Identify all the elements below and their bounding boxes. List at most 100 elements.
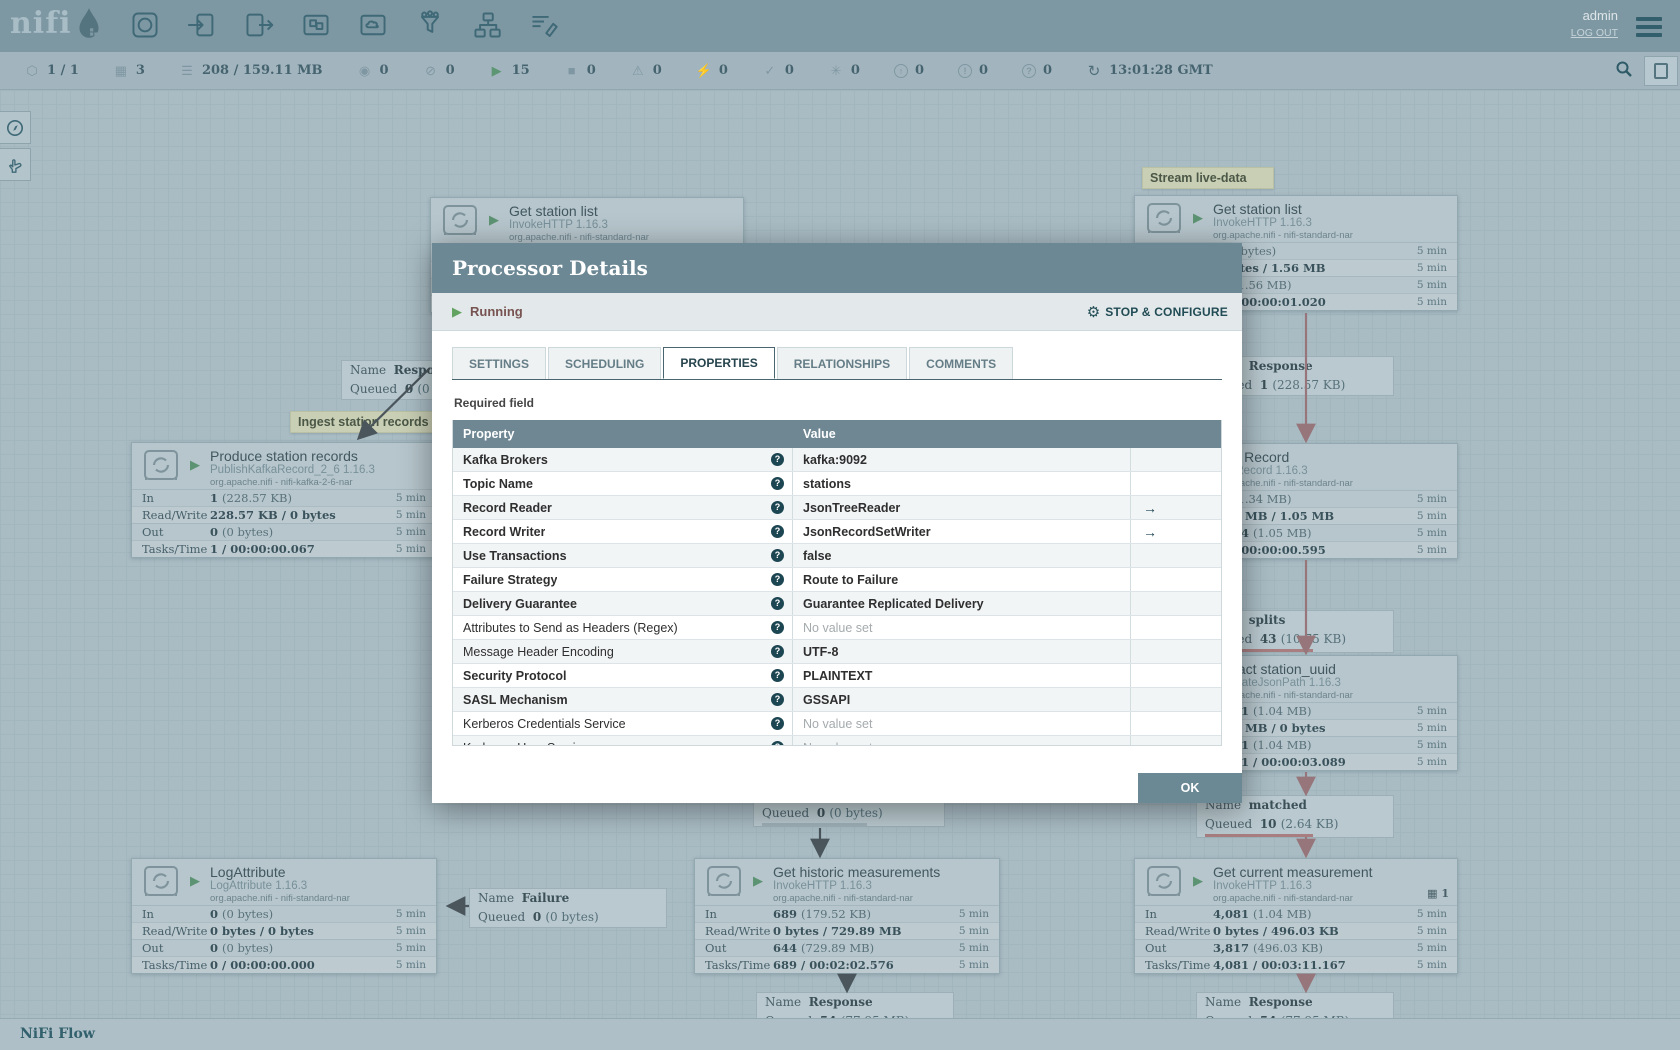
property-value[interactable]: UTF-8 xyxy=(793,640,1131,663)
property-value[interactable]: kafka:9092 xyxy=(793,448,1131,471)
property-value[interactable]: GSSAPI xyxy=(793,688,1131,711)
property-name: Failure Strategy xyxy=(463,572,558,587)
property-row[interactable]: Security Protocol? PLAINTEXT xyxy=(453,664,1221,688)
processor-get-current-measurement[interactable]: ▶ Get current measurement InvokeHTTP 1.16.… xyxy=(1134,858,1458,974)
locally-modified-icon: ✳ xyxy=(830,62,842,78)
property-row[interactable]: Kerberos Credentials Service? No value se… xyxy=(453,712,1221,736)
help-icon[interactable]: ? xyxy=(771,573,784,586)
connection-name: Name Failure xyxy=(478,891,570,905)
refresh-icon[interactable]: ↻ xyxy=(1086,62,1102,80)
help-icon[interactable]: ? xyxy=(771,525,784,538)
canvas-label[interactable]: Stream live-data xyxy=(1142,167,1274,189)
locally-modified-stale-icon: ! xyxy=(958,63,972,78)
property-row[interactable]: Delivery Guarantee? Guarantee Replicated … xyxy=(453,592,1221,616)
property-row[interactable]: Record Writer? JsonRecordSetWriter → xyxy=(453,520,1221,544)
navigate-palette-button[interactable] xyxy=(0,111,31,144)
logout-link[interactable]: LOG OUT xyxy=(1571,27,1618,39)
status-item-not-transmitting: ⊘ 0 xyxy=(423,63,455,79)
property-row[interactable]: SASL Mechanism? GSSAPI xyxy=(453,688,1221,712)
help-icon[interactable]: ? xyxy=(771,741,784,745)
processor-icon xyxy=(1147,866,1181,896)
property-value[interactable]: stations xyxy=(793,472,1131,495)
process-group-icon[interactable] xyxy=(299,8,333,42)
invalid-icon: ⚠ xyxy=(631,62,644,78)
tab-properties[interactable]: PROPERTIES xyxy=(663,347,775,379)
template-icon[interactable] xyxy=(470,8,504,42)
property-value[interactable]: JsonTreeReader xyxy=(793,496,1131,519)
help-icon[interactable]: ? xyxy=(771,669,784,682)
canvas-label[interactable]: Ingest station records xyxy=(290,411,440,433)
status-item-stale: ↑ 0 xyxy=(893,63,924,78)
property-row[interactable]: Failure Strategy? Route to Failure xyxy=(453,568,1221,592)
running-status-icon: ▶ xyxy=(452,303,462,319)
processor-name: Get current measurement xyxy=(1213,864,1373,880)
property-value[interactable]: JsonRecordSetWriter xyxy=(793,520,1131,543)
global-menu-icon[interactable] xyxy=(1636,13,1662,41)
tab-scheduling[interactable]: SCHEDULING xyxy=(548,347,662,379)
processor-bundle: org.apache.nifi - nifi-standard-nar xyxy=(1213,893,1353,904)
property-value[interactable]: No value set xyxy=(793,616,1131,639)
property-row[interactable]: Use Transactions? false xyxy=(453,544,1221,568)
help-icon[interactable]: ? xyxy=(771,597,784,610)
property-row[interactable]: Kafka Brokers? kafka:9092 xyxy=(453,448,1221,472)
stat-row-in: In 1 (228.57 KB) 5 min xyxy=(132,489,436,506)
property-name: Record Writer xyxy=(463,524,546,539)
properties-table: Property Value Kafka Brokers? kafka:9092 T… xyxy=(452,420,1222,746)
property-value[interactable]: No value set xyxy=(793,712,1131,735)
processor-produce-station-records[interactable]: ▶ Produce station records PublishKafkaReco… xyxy=(131,442,437,558)
breadcrumb[interactable]: NiFi Flow xyxy=(20,1026,95,1042)
output-port-icon[interactable] xyxy=(242,8,276,42)
go-to-service-icon[interactable]: → xyxy=(1143,525,1157,539)
help-icon[interactable]: ? xyxy=(771,645,784,658)
property-value[interactable]: No value set xyxy=(793,736,1131,745)
app-header: nifi admin LOG OUT xyxy=(0,0,1680,52)
running-icon: ▶ xyxy=(491,62,502,78)
help-icon[interactable]: ? xyxy=(771,717,784,730)
footer-bar: NiFi Flow xyxy=(0,1018,1680,1050)
stat-row-tasks: Tasks/Time 4,081 / 00:03:11.167 5 min xyxy=(1135,956,1457,973)
tab-relationships[interactable]: RELATIONSHIPS xyxy=(776,347,908,379)
processor-get-historic-measurements[interactable]: ▶ Get historic measurements InvokeHTTP 1.1… xyxy=(694,858,1000,974)
property-value[interactable]: PLAINTEXT xyxy=(793,664,1131,687)
help-icon[interactable]: ? xyxy=(771,693,784,706)
property-name: Topic Name xyxy=(463,476,533,491)
processor-logattribute[interactable]: ▶ LogAttribute LogAttribute 1.16.3 org.apac… xyxy=(131,858,437,974)
compass-icon xyxy=(6,119,24,136)
property-value[interactable]: Guarantee Replicated Delivery xyxy=(793,592,1131,615)
property-row[interactable]: Kerberos User Service? No value set xyxy=(453,736,1221,745)
select-hand-button[interactable] xyxy=(0,148,31,181)
help-icon[interactable]: ? xyxy=(771,477,784,490)
input-port-icon[interactable] xyxy=(185,8,219,42)
ok-button[interactable]: OK xyxy=(1138,773,1242,803)
property-value[interactable]: false xyxy=(793,544,1131,567)
property-row[interactable]: Topic Name? stations xyxy=(453,472,1221,496)
remote-process-group-icon[interactable] xyxy=(356,8,390,42)
connection-label-failure[interactable]: Name Failure Queued 0 (0 bytes) xyxy=(469,888,667,928)
property-row[interactable]: Attributes to Send as Headers (Regex)? No… xyxy=(453,616,1221,640)
help-icon[interactable]: ? xyxy=(771,621,784,634)
stat-row-out: Out 644 (729.89 MB) 5 min xyxy=(695,939,999,956)
help-icon[interactable]: ? xyxy=(771,501,784,514)
funnel-icon[interactable] xyxy=(413,8,447,42)
property-row[interactable]: Record Reader? JsonTreeReader → xyxy=(453,496,1221,520)
tab-comments[interactable]: COMMENTS xyxy=(909,347,1014,379)
last-refresh[interactable]: ↻ 13:01:28 GMT xyxy=(1086,62,1213,80)
cluster-badge: ▦ 1 xyxy=(1427,887,1449,900)
help-icon[interactable]: ? xyxy=(771,453,784,466)
property-value[interactable]: Route to Failure xyxy=(793,568,1131,591)
stop-and-configure-button[interactable]: ⚙ STOP & CONFIGURE xyxy=(1087,303,1228,321)
go-to-service-icon[interactable]: → xyxy=(1143,501,1157,515)
search-icon[interactable] xyxy=(1604,60,1644,83)
status-item-locally-modified-stale: ! 0 xyxy=(958,63,988,78)
label-icon[interactable] xyxy=(527,8,561,42)
stat-row-in: In 4,081 (1.04 MB) 5 min xyxy=(1135,905,1457,922)
property-name: Attributes to Send as Headers (Regex) xyxy=(463,620,678,635)
run-status-icon: ▶ xyxy=(753,873,763,888)
birdseye-toggle[interactable] xyxy=(1644,56,1678,86)
property-row[interactable]: Message Header Encoding? UTF-8 xyxy=(453,640,1221,664)
tab-settings[interactable]: SETTINGS xyxy=(452,347,547,379)
processor-icon[interactable] xyxy=(128,8,162,42)
processor-name: Get station list xyxy=(509,203,598,219)
help-icon[interactable]: ? xyxy=(771,549,784,562)
sync-failure-icon: ? xyxy=(1022,63,1037,78)
